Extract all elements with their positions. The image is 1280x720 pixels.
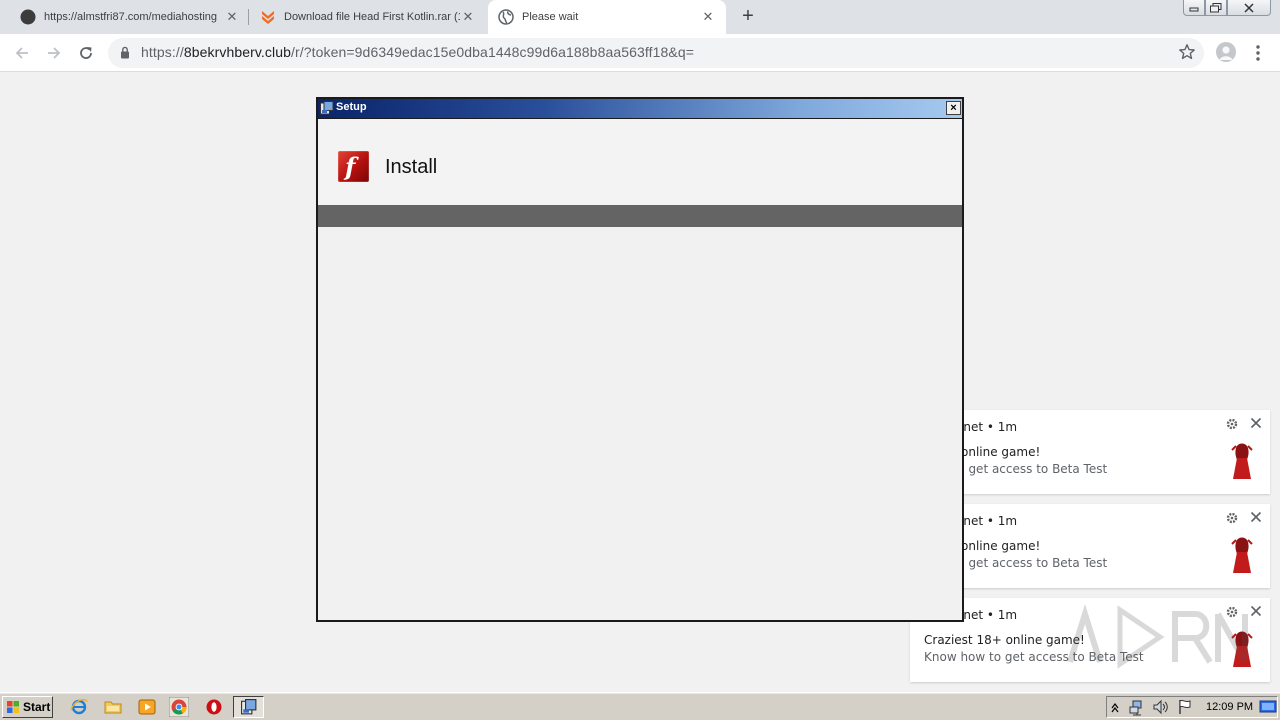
restore-button[interactable]	[1205, 0, 1227, 16]
url-host: 8bekrvhberv.club	[183, 44, 292, 60]
bookmark-star-icon[interactable]	[1178, 43, 1196, 61]
reload-button[interactable]	[76, 43, 96, 63]
restore-icon	[1210, 2, 1222, 12]
kebab-menu-icon[interactable]	[1252, 43, 1264, 63]
character-thumbnail-icon	[1231, 537, 1253, 573]
dialog-title: Setup	[336, 101, 367, 113]
opera-icon[interactable]	[205, 698, 223, 716]
progress-bar	[318, 205, 962, 227]
flash-player-icon: f	[338, 151, 369, 182]
reload-icon	[80, 47, 92, 59]
gear-icon[interactable]	[1226, 418, 1238, 430]
network-icon[interactable]	[1128, 698, 1146, 716]
person-icon	[1219, 46, 1233, 60]
installer-icon	[241, 699, 257, 715]
clock-text: 12:09 PM	[1206, 701, 1254, 713]
download-site-icon	[262, 11, 274, 24]
setup-dialog: Setup × f Install	[316, 97, 964, 622]
start-label: Start	[23, 700, 51, 714]
minimize-icon	[1189, 7, 1199, 11]
media-player-icon[interactable]	[138, 698, 156, 716]
tab-mediahosting[interactable]: https://almstfri87.com/mediahosting ✕	[10, 0, 250, 34]
notification-card[interactable]: rbobit.net • 1m : 18+ online game! how t…	[910, 504, 1270, 588]
installer-icon	[320, 101, 334, 115]
tab-close-icon[interactable]: ✕	[460, 9, 476, 25]
notification-card[interactable]: rbobit.net • 1m : 18+ online game! how t…	[910, 410, 1270, 494]
volume-icon[interactable]	[1151, 698, 1169, 716]
arrow-left-icon	[15, 47, 28, 59]
tab-close-icon[interactable]: ✕	[224, 9, 240, 25]
browser-toolbar: https://8bekrvhberv.club/r/?token=9d6349…	[0, 34, 1280, 72]
character-thumbnail-icon	[1231, 443, 1253, 479]
tab-title: Download file Head First Kotlin.rar (1	[284, 11, 460, 23]
dialog-body	[318, 227, 962, 620]
tab-separator	[248, 9, 249, 25]
globe-icon	[498, 9, 514, 25]
install-heading: Install	[385, 156, 438, 178]
arrow-right-icon	[48, 47, 61, 59]
minimize-button[interactable]	[1183, 0, 1205, 16]
close-icon[interactable]	[1250, 605, 1262, 617]
url-scheme: https://	[141, 44, 184, 60]
internet-explorer-icon[interactable]	[70, 698, 88, 716]
forward-button[interactable]	[44, 43, 64, 63]
profile-avatar[interactable]	[1216, 42, 1236, 62]
new-tab-button[interactable]: +	[738, 6, 758, 27]
watermark-logo-icon	[1067, 603, 1248, 669]
taskbar: Start 12:09 PM	[0, 692, 1280, 720]
close-window-button[interactable]	[1227, 0, 1271, 16]
address-bar[interactable]: https://8bekrvhberv.club/r/?token=9d6349…	[108, 38, 1204, 68]
url-text: https://8bekrvhberv.club/r/?token=9d6349…	[141, 44, 694, 60]
flash-logo-letter: f	[345, 152, 356, 181]
globe-dark-icon	[20, 9, 36, 25]
start-button[interactable]: Start	[2, 696, 53, 718]
tab-close-icon[interactable]: ✕	[700, 9, 716, 25]
tab-title: https://almstfri87.com/mediahosting	[44, 11, 218, 23]
chevron-up-icon[interactable]	[1110, 698, 1120, 716]
back-button[interactable]	[12, 43, 32, 63]
show-desktop-icon[interactable]	[1259, 698, 1277, 716]
action-center-flag-icon[interactable]	[1176, 698, 1194, 716]
tab-title: Please wait	[522, 11, 579, 23]
close-icon[interactable]	[1250, 511, 1262, 523]
lock-icon	[121, 46, 129, 59]
url-path: /r/?token=9d6349edac15e0dba1448c99d6a188…	[291, 44, 694, 60]
tab-download-file[interactable]: Download file Head First Kotlin.rar (1 ✕	[250, 0, 486, 34]
tab-please-wait[interactable]: Please wait ✕	[488, 0, 726, 34]
tab-strip: https://almstfri87.com/mediahosting ✕ Do…	[0, 0, 1280, 34]
close-icon	[1244, 2, 1254, 13]
gear-icon[interactable]	[1226, 512, 1238, 524]
windows-flag-icon	[7, 701, 19, 713]
taskbar-setup-button[interactable]	[233, 696, 264, 718]
dialog-close-button[interactable]: ×	[946, 101, 961, 115]
close-icon[interactable]	[1250, 417, 1262, 429]
dialog-titlebar[interactable]: Setup ×	[318, 99, 962, 118]
chrome-icon[interactable]	[169, 697, 189, 717]
folder-icon[interactable]	[104, 698, 122, 716]
dialog-header: f Install	[318, 118, 962, 205]
